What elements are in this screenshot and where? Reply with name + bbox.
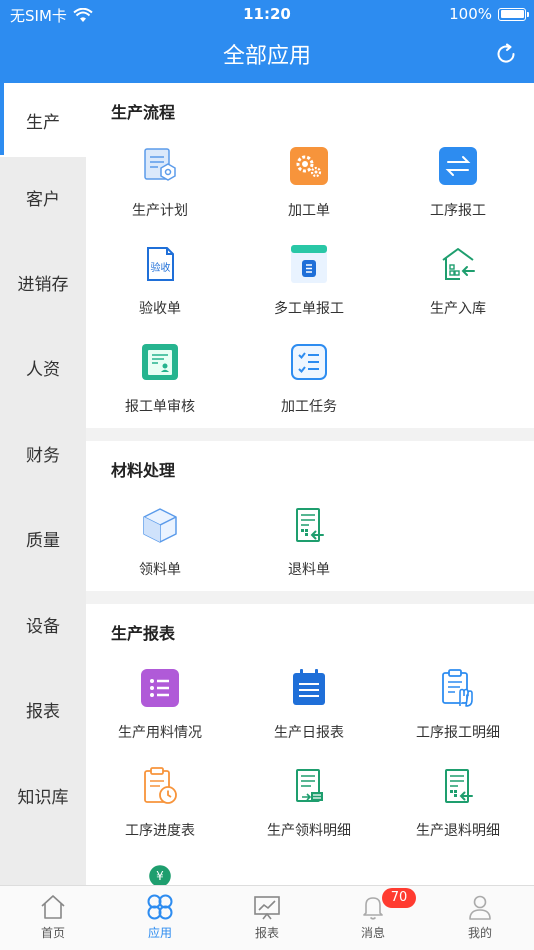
app-tile[interactable]: 报工单审核 [86,342,234,416]
battery-percent: 100% [449,5,492,23]
plan-doc-icon [144,148,176,181]
app-tile[interactable]: 工序报工明细 [384,668,532,742]
sidebar-item-reports[interactable]: 报表 [0,672,86,746]
sidebar-item-knowledge[interactable]: 知识库 [0,758,86,832]
acceptance-doc-icon: 验收 [147,247,174,281]
app-tile[interactable]: 领料单 [86,505,234,579]
apps-icon [147,894,173,920]
bottom-tab-bar: 首页 应用 报表 消息 70 我的 [0,885,534,950]
app-tile[interactable]: 工序进度表 [86,766,234,840]
chart-board-icon [254,896,280,920]
tab-reports[interactable]: 报表 [214,892,320,941]
sidebar-item-inventory[interactable]: 进销存 [0,245,86,319]
svg-text:验收: 验收 [151,261,171,274]
box-icon [143,508,177,543]
clipboard-clock-icon [144,767,177,804]
app-tile[interactable]: 退料单 [235,505,383,579]
sidebar-item-production[interactable]: 生产 [0,83,86,157]
tab-apps[interactable]: 应用 [107,892,213,941]
sidebar-item-finance[interactable]: 财务 [0,416,86,490]
exchange-arrows-icon [439,147,477,185]
checklist-icon [291,344,327,380]
app-tile-partial[interactable]: ¥ [86,864,234,885]
return-doc-icon [296,508,324,542]
app-tile[interactable]: 加工任务 [235,342,383,416]
material-receive-icon [296,769,323,802]
app-tile[interactable]: 生产计划 [86,146,234,220]
app-header: 无SIM卡 11:20 100% 全部应用 [0,0,534,83]
app-tile[interactable]: 工序报工 [384,146,532,220]
status-bar: 无SIM卡 11:20 100% [0,0,534,28]
hand-clipboard-icon [442,669,473,707]
gear-icon [290,147,328,185]
review-doc-icon [142,344,178,380]
calendar-doc-icon [293,669,325,705]
section-production-reports: 生产报表 生产用料情况 生产日报表 工序报工明细 工序进度表 生产领料明细 生产… [86,604,534,885]
sidebar-item-customer[interactable]: 客户 [0,160,86,234]
app-tile[interactable]: 生产领料明细 [235,766,383,840]
app-tile[interactable]: 生产用料情况 [86,668,234,742]
page-title: 全部应用 [222,44,311,69]
section-material-processing: 材料处理 领料单 退料单 [86,441,534,591]
category-sidebar: 生产 客户 进销存 人资 财务 质量 设备 报表 知识库 [0,83,86,885]
svg-text:¥: ¥ [156,869,164,883]
section-production-flow: 生产流程 生产计划 加工单 工序报工 验收 验收单 多工单报工 生产入库 报工单… [86,83,534,428]
warehouse-in-icon [442,248,475,280]
multi-order-icon [291,245,327,283]
app-tile[interactable]: 生产退料明细 [384,766,532,840]
sidebar-item-equipment[interactable]: 设备 [0,587,86,661]
tab-mine[interactable]: 我的 [427,892,533,941]
section-title: 生产报表 [111,624,176,643]
app-tile[interactable]: 生产日报表 [235,668,383,742]
app-grid-content: 生产流程 生产计划 加工单 工序报工 验收 验收单 多工单报工 生产入库 报工单… [86,83,534,885]
sidebar-item-hr[interactable]: 人资 [0,330,86,404]
material-return-icon [445,769,473,803]
user-icon [469,895,491,920]
tab-home[interactable]: 首页 [0,892,106,941]
app-tile[interactable]: 多工单报工 [235,244,383,318]
home-icon [41,895,65,919]
app-tile[interactable]: 生产入库 [384,244,532,318]
sidebar-item-quality[interactable]: 质量 [0,501,86,575]
tab-messages[interactable]: 消息 70 [320,888,426,941]
app-tile[interactable]: 验收 验收单 [86,244,234,318]
section-title: 生产流程 [111,103,176,122]
list-icon [141,669,179,707]
battery-icon [498,7,529,21]
unread-badge: 70 [382,888,416,908]
yuan-coin-icon: ¥ [149,865,171,885]
app-tile[interactable]: 加工单 [235,146,383,220]
section-title: 材料处理 [111,461,176,480]
refresh-icon[interactable] [494,42,518,66]
